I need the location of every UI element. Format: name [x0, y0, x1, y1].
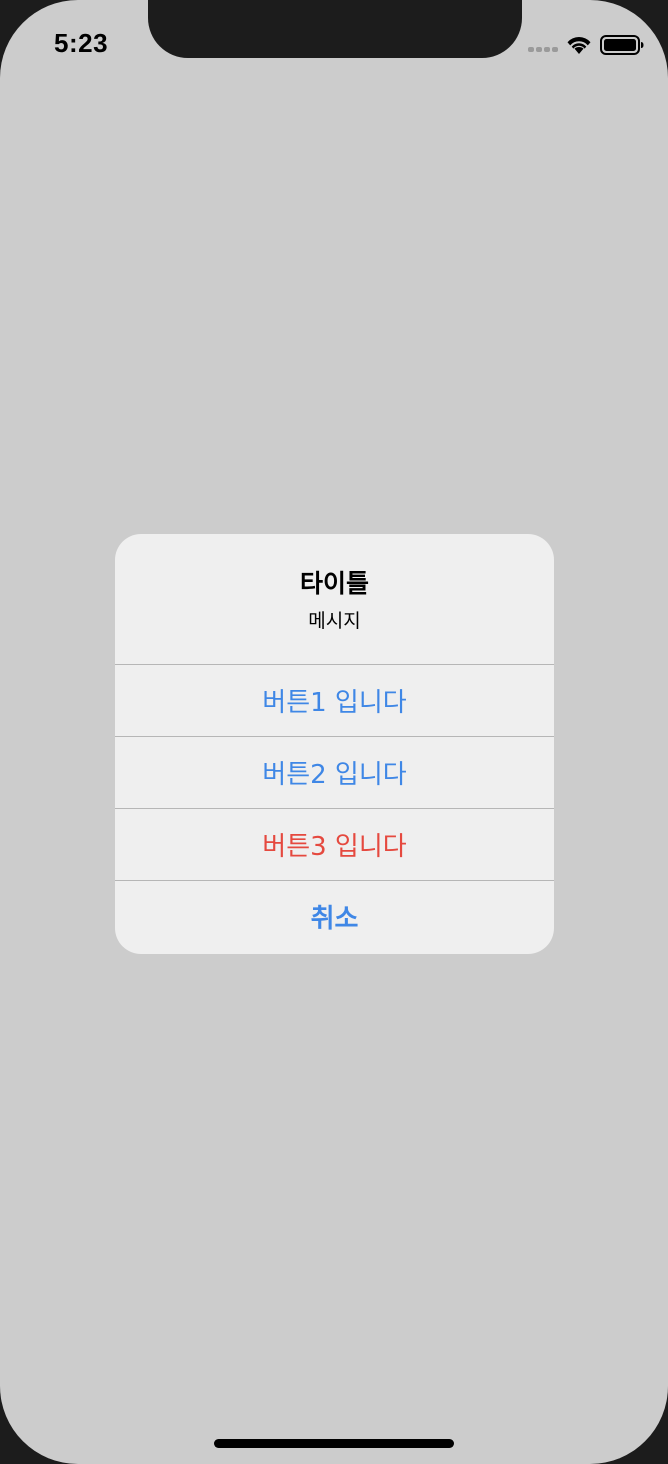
wifi-icon [567, 37, 591, 54]
battery-icon [600, 35, 644, 55]
home-indicator[interactable] [214, 1439, 454, 1448]
alert-button-1[interactable]: 버튼1 입니다 [115, 664, 554, 736]
alert-cancel-button[interactable]: 취소 [115, 880, 554, 952]
alert-dialog: 타이틀 메시지 버튼1 입니다 버튼2 입니다 버튼3 입니다 취소 [115, 534, 554, 954]
alert-button-2[interactable]: 버튼2 입니다 [115, 736, 554, 808]
alert-button-3-destructive[interactable]: 버튼3 입니다 [115, 808, 554, 880]
status-time: 5:23 [54, 28, 109, 58]
cellular-signal-icon [528, 46, 560, 52]
alert-header: 타이틀 메시지 [115, 534, 554, 664]
device-frame: 5:23 타이틀 메시지 버튼1 입니다 버튼2 입니다 버튼3 입니다 취소 [0, 0, 668, 1464]
notch [148, 0, 522, 58]
alert-message: 메시지 [308, 610, 361, 632]
screen: 5:23 타이틀 메시지 버튼1 입니다 버튼2 입니다 버튼3 입니다 취소 [0, 0, 668, 1464]
alert-title: 타이틀 [299, 569, 369, 598]
